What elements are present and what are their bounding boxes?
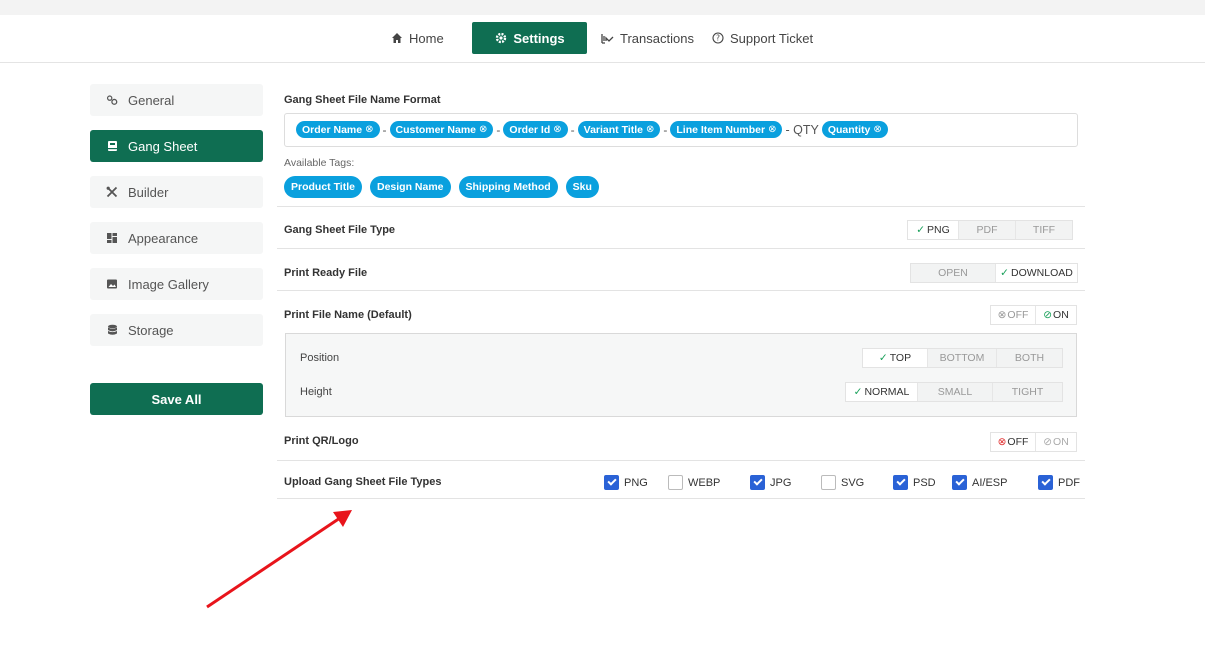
annotation-arrow [206,510,352,609]
